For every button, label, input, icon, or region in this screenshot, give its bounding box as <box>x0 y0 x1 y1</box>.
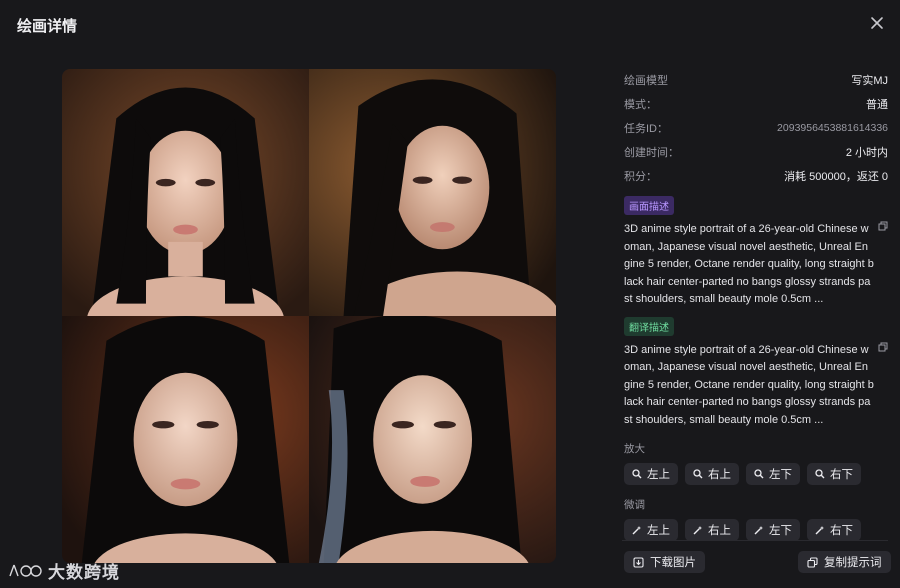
info-value: 消耗 500000，返还 0 <box>784 171 888 183</box>
image-tile-top-left[interactable] <box>62 69 309 316</box>
chip-label: 左下 <box>769 469 792 481</box>
info-value: 2 小时内 <box>845 147 888 159</box>
download-image-button[interactable]: 下载图片 <box>624 551 705 573</box>
copy-translate-icon[interactable] <box>878 342 888 352</box>
info-row-credits: 积分： 消耗 500000，返还 0 <box>624 164 888 188</box>
copy-icon <box>807 556 818 568</box>
chip-label: 右上 <box>708 525 731 537</box>
image-tile-top-right[interactable] <box>309 69 556 316</box>
divider <box>622 540 888 541</box>
watermark-logo-icon <box>9 564 42 577</box>
vary-bottom-right-button[interactable]: 右下 <box>807 519 861 541</box>
prompt-text: 3D anime style portrait of a 26-year-old… <box>624 223 874 305</box>
info-panel: 绘画模型 写实MJ 模式： 普通 任务ID： 20939564538816143… <box>624 68 888 541</box>
translate-tag: 翻译描述 <box>624 316 674 336</box>
zoom-icon <box>693 469 703 479</box>
vary-bottom-left-button[interactable]: 左下 <box>746 519 800 541</box>
upscale-top-right-button[interactable]: 右上 <box>685 463 739 485</box>
magic-wand-icon <box>632 526 641 535</box>
upscale-bottom-right-button[interactable]: 右下 <box>807 463 861 485</box>
upscale-buttons: 左上 右上 左下 右下 <box>624 463 888 485</box>
info-row-model: 绘画模型 写实MJ <box>624 68 888 92</box>
download-label: 下载图片 <box>650 557 696 569</box>
magic-wand-icon <box>815 526 824 535</box>
info-value: 2093956453881614336 <box>777 122 888 134</box>
upscale-label: 放大 <box>624 443 645 455</box>
translate-text: 3D anime style portrait of a 26-year-old… <box>624 343 874 426</box>
dialog-title: 绘画详情 <box>17 18 78 35</box>
watermark: 大数跨境 <box>8 558 120 583</box>
prompt-tag: 画面描述 <box>624 196 674 215</box>
chip-label: 左上 <box>647 525 670 537</box>
copy-prompt-icon[interactable] <box>878 221 888 231</box>
chip-label: 右下 <box>830 525 853 537</box>
copy-prompt-label: 复制提示词 <box>824 557 882 569</box>
info-row-mode: 模式： 普通 <box>624 92 888 116</box>
magic-wand-icon <box>754 526 763 535</box>
image-grid <box>62 69 556 563</box>
vary-top-left-button[interactable]: 左上 <box>624 519 678 541</box>
drawing-detail-dialog: 绘画详情 大数跨境 绘画模型 写实MJ 模式： 普通 任务ID： 2093956… <box>0 0 900 588</box>
copy-prompt-button[interactable]: 复制提示词 <box>798 551 891 573</box>
image-tile-bottom-left[interactable] <box>62 316 309 563</box>
chip-label: 右下 <box>830 469 853 481</box>
upscale-top-left-button[interactable]: 左上 <box>624 463 678 485</box>
vary-top-right-button[interactable]: 右上 <box>685 519 739 541</box>
chip-label: 左下 <box>769 525 792 537</box>
zoom-icon <box>754 469 764 479</box>
watermark-text: 大数跨境 <box>48 563 120 582</box>
info-key: 积分： <box>624 171 657 183</box>
chip-label: 左上 <box>647 469 670 481</box>
vary-label: 微调 <box>624 499 645 511</box>
info-row-task-id: 任务ID： 2093956453881614336 <box>624 116 888 140</box>
info-key: 任务ID： <box>624 123 668 135</box>
info-row-created: 创建时间： 2 小时内 <box>624 140 888 164</box>
info-key: 模式： <box>624 99 657 111</box>
zoom-icon <box>815 469 825 479</box>
info-value: 写实MJ <box>851 75 888 87</box>
chip-label: 右上 <box>708 469 731 481</box>
info-value: 普通 <box>866 99 888 111</box>
zoom-icon <box>632 469 642 479</box>
download-icon <box>633 556 644 568</box>
magic-wand-icon <box>693 526 702 535</box>
vary-buttons: 左上 右上 左下 右下 <box>624 519 888 541</box>
info-key: 绘画模型 <box>624 75 668 87</box>
upscale-bottom-left-button[interactable]: 左下 <box>746 463 800 485</box>
info-key: 创建时间： <box>624 147 679 159</box>
image-tile-bottom-right[interactable] <box>309 316 556 563</box>
close-icon[interactable] <box>866 12 888 34</box>
